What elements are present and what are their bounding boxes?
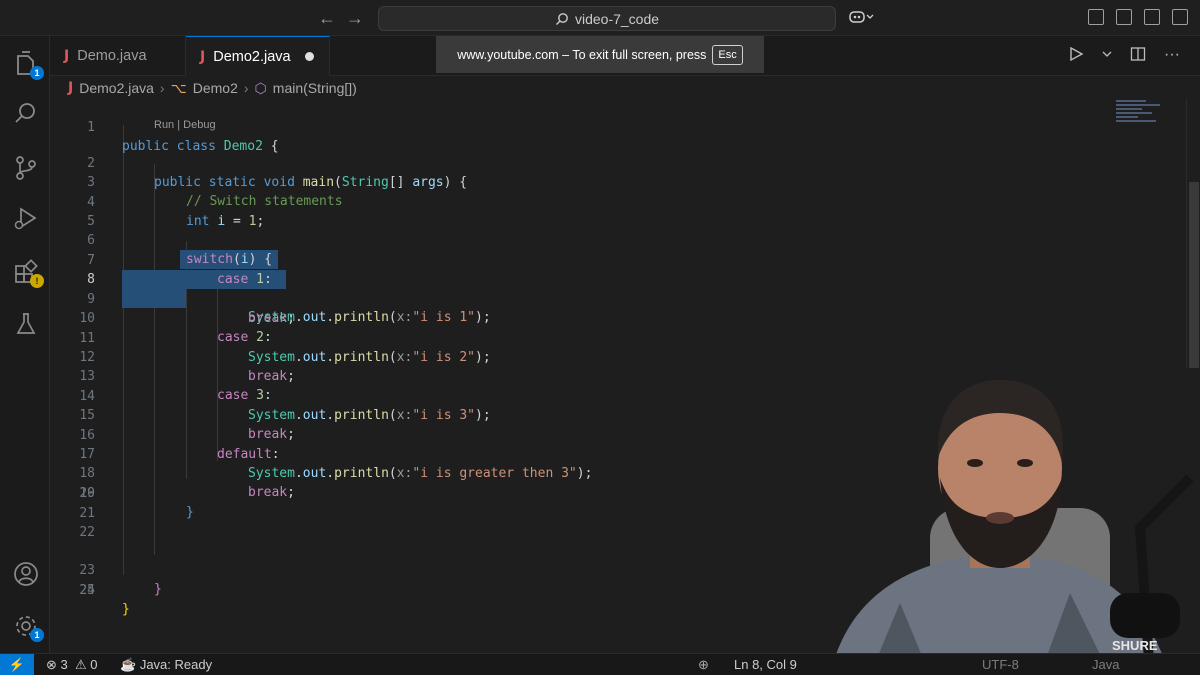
extensions-warning-badge: ! — [30, 274, 44, 288]
copilot-icon[interactable] — [848, 9, 874, 25]
forward-arrow-icon[interactable]: → — [346, 8, 364, 29]
language-mode[interactable]: Java — [1092, 657, 1119, 672]
fullscreen-notice-text: www.youtube.com – To exit full screen, p… — [457, 47, 707, 62]
customize-layout-icon[interactable] — [1088, 9, 1104, 25]
java-file-icon: J — [200, 48, 206, 65]
tab-label: Demo.java — [77, 48, 147, 64]
search-icon — [555, 12, 568, 25]
command-center-search[interactable]: video-7_code — [378, 6, 836, 31]
encoding[interactable]: UTF-8 — [982, 657, 1019, 672]
warning-icon: ⚠ — [71, 657, 87, 672]
more-actions-icon[interactable]: ··· — [1164, 46, 1180, 64]
breadcrumb-file[interactable]: Demo2.java — [79, 80, 154, 96]
code-line: 4 int i = 1; — [87, 195, 265, 229]
toggle-panel-icon[interactable] — [1144, 9, 1160, 25]
activity-bar: 1 ! 1 — [0, 36, 50, 653]
codelens-run-debug[interactable]: Run | Debug — [154, 119, 216, 131]
java-file-icon: J — [64, 48, 70, 64]
code-line: 10 case 2: — [79, 311, 272, 345]
breadcrumb-separator-icon: › — [159, 80, 165, 96]
testing-flask-icon[interactable] — [12, 310, 40, 338]
tab-label: Demo2.java — [213, 48, 291, 65]
code-line: 9 break; — [87, 292, 295, 326]
code-line: 6 switch(i) { — [50, 212, 1150, 269]
back-arrow-icon[interactable]: ← — [318, 8, 336, 29]
esc-key: Esc — [712, 44, 743, 65]
title-bar: ← → video-7_code — [0, 0, 1200, 36]
error-icon: ⊗ — [46, 657, 57, 672]
java-file-icon: J — [68, 80, 74, 96]
settings-badge: 1 — [30, 628, 44, 642]
explorer-icon[interactable]: 1 — [12, 50, 44, 80]
breadcrumb: J Demo2.java › ⌥ Demo2 › ⬡ main(String[]… — [68, 78, 357, 98]
tab-demo-java[interactable]: J Demo.java — [50, 36, 186, 76]
editor-actions: ··· — [1068, 46, 1180, 64]
java-coffee-icon: ☕ — [120, 657, 137, 672]
minimap[interactable] — [1116, 98, 1186, 138]
source-control-icon[interactable] — [12, 154, 40, 182]
java-status-label: Java: Ready — [139, 657, 213, 672]
method-symbol-icon: ⬡ — [254, 79, 267, 96]
code-line: 7 case 1: — [50, 232, 1150, 289]
microphone-brand-logo: SHURE — [1112, 638, 1158, 653]
code-line: 1 public class Demo2 { — [50, 99, 1150, 154]
accounts-icon[interactable] — [12, 560, 40, 588]
cursor-position[interactable]: Ln 8, Col 9 — [734, 657, 797, 672]
chevron-down-icon[interactable] — [1102, 46, 1112, 62]
zoom-icon[interactable]: ⊕ — [698, 657, 709, 673]
fullscreen-notice: www.youtube.com – To exit full screen, p… — [436, 36, 764, 73]
remote-window-icon[interactable]: ⚡ — [0, 654, 34, 675]
error-count: 3 — [60, 657, 68, 672]
java-status[interactable]: ☕ Java: Ready — [120, 657, 212, 673]
explorer-badge: 1 — [30, 66, 44, 80]
class-symbol-icon: ⌥ — [170, 79, 187, 96]
status-bar: ⚡ ⊗ 3 ⚠ 0 ☕ Java: Ready ⊕ Ln 8, Col 9 UT… — [0, 653, 1200, 675]
toggle-secondary-sidebar-icon[interactable] — [1172, 9, 1188, 25]
breadcrumb-method[interactable]: main(String[]) — [273, 80, 357, 96]
run-icon[interactable] — [1068, 46, 1084, 62]
split-editor-icon[interactable] — [1130, 46, 1146, 62]
settings-gear-icon[interactable]: 1 — [12, 612, 44, 642]
code-line: 13 case 3: — [79, 369, 272, 403]
code-line: 11 System.out.println(x:"i is 2"); — [79, 331, 491, 365]
webcam-overlay: SHURE — [810, 368, 1200, 675]
tab-demo2-java[interactable]: J Demo2.java — [186, 36, 330, 76]
code-line: 8 System.out.println(x:"i is 1"); — [50, 251, 1150, 325]
code-line: 12 break; — [79, 350, 295, 384]
search-icon[interactable] — [12, 100, 40, 128]
code-line: 3 // Switch statements — [87, 175, 343, 209]
layout-controls — [1088, 9, 1188, 25]
breadcrumb-separator-icon: › — [243, 80, 249, 96]
unsaved-dot-icon[interactable] — [304, 52, 314, 61]
breadcrumb-class[interactable]: Demo2 — [193, 80, 238, 96]
toggle-primary-sidebar-icon[interactable] — [1116, 9, 1132, 25]
extensions-icon[interactable]: ! — [12, 258, 44, 288]
code-line: 2 public static void main(String[] args)… — [50, 135, 1150, 190]
problems-indicator[interactable]: ⊗ 3 ⚠ 0 — [46, 657, 98, 673]
warning-count: 0 — [90, 657, 98, 672]
code-line: 5 — [87, 214, 95, 229]
run-debug-icon[interactable] — [12, 204, 40, 232]
workspace-name: video-7_code — [574, 10, 660, 27]
